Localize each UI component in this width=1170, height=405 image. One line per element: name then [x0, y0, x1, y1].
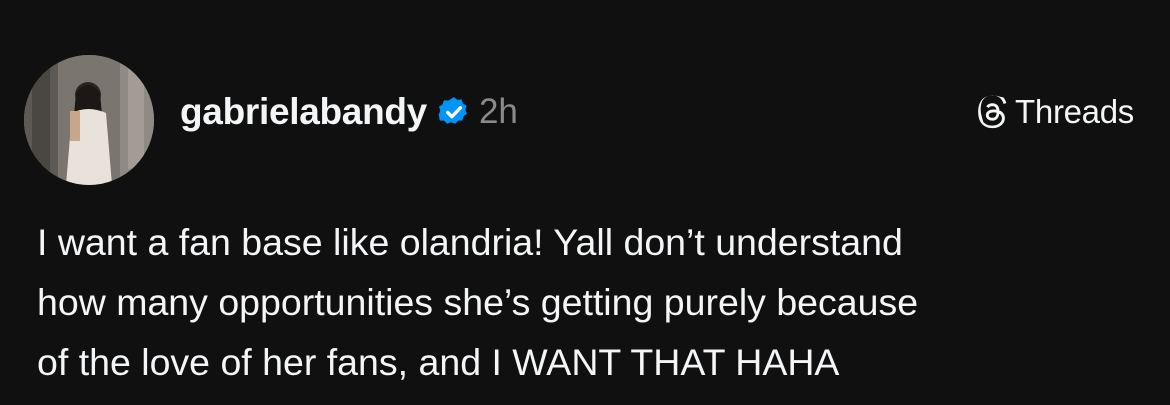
post-text-line: of the love of her fans, and I WANT THAT…	[37, 341, 840, 383]
avatar-photo	[24, 55, 154, 185]
threads-post-card: gabrielabandy 2h Threads I want a fan ba…	[0, 0, 1170, 405]
avatar[interactable]	[24, 55, 154, 185]
username-link[interactable]: gabrielabandy	[180, 91, 427, 133]
post-timestamp: 2h	[478, 92, 518, 131]
threads-logo-icon	[975, 95, 1009, 129]
post-header: gabrielabandy 2h	[180, 84, 518, 140]
threads-label: Threads	[1015, 93, 1134, 130]
verified-badge-icon	[437, 95, 471, 129]
post-body: I want a fan base like olandria! Yall do…	[37, 212, 1147, 392]
threads-brand[interactable]: Threads	[975, 90, 1134, 134]
post-text-line: how many opportunities she’s getting pur…	[37, 281, 919, 323]
post-text-line: I want a fan base like olandria! Yall do…	[37, 221, 903, 263]
